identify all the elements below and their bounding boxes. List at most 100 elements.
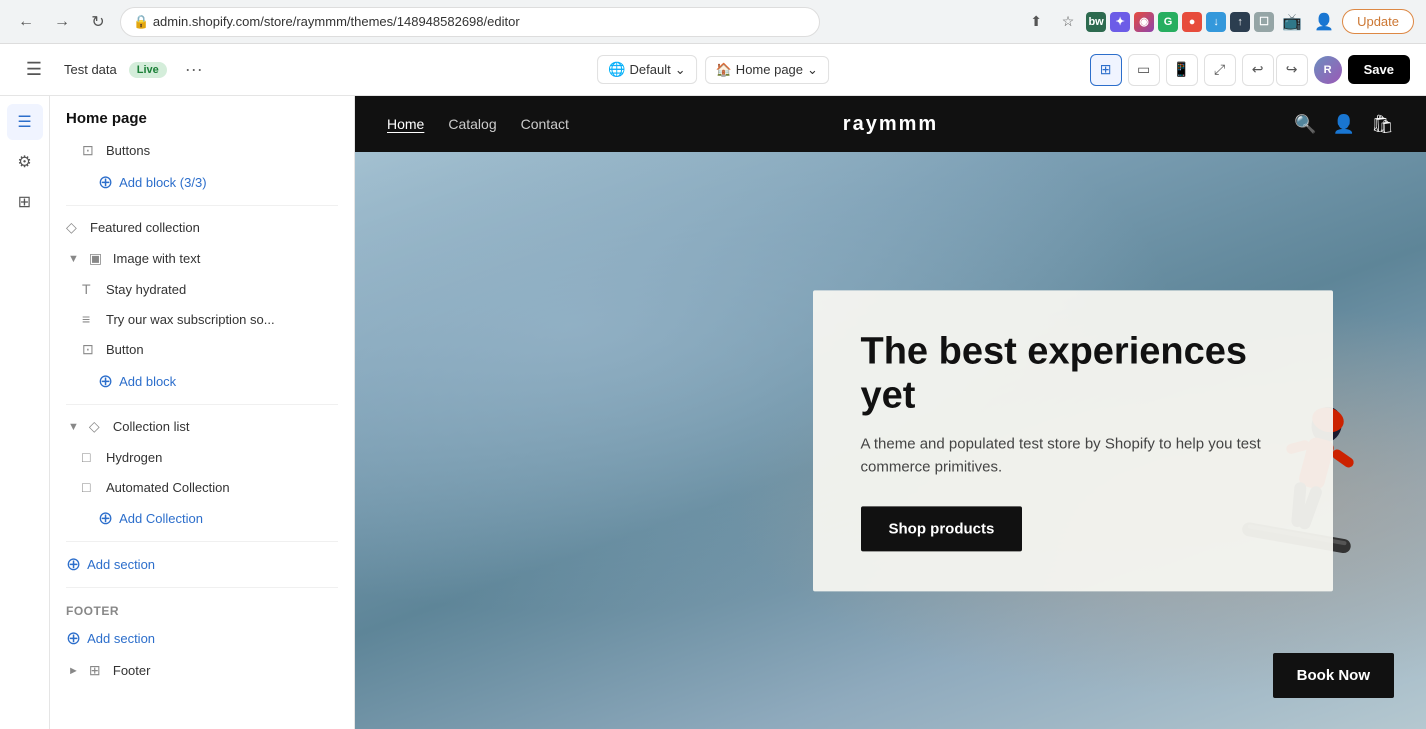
cart-icon[interactable]: 🛍 [1371,114,1394,135]
refresh-button[interactable]: ↻ [84,8,112,36]
ext-violet-icon[interactable]: ✦ [1110,12,1130,32]
sidebar-item-automated-collection[interactable]: □ Automated Collection [50,472,354,502]
back-button[interactable]: ← [12,8,40,36]
homepage-dropdown[interactable]: 🏠 Home page ⌄ [705,56,829,84]
left-sidebar: ☰ ⚙ ⊞ [0,96,50,729]
sidebar-item-featured-collection-label: Featured collection [90,220,338,235]
account-nav-icon[interactable]: 👤 [1333,114,1355,135]
sidebar-item-image-with-text[interactable]: ▼ ▣ Image with text [50,243,354,274]
homepage-label: Home page [736,62,803,77]
redo-button[interactable]: ↪ [1276,54,1308,86]
app-header: ☰ Test data Live ··· 🌐 Default ⌄ 🏠 Home … [0,44,1426,96]
panel-title: Home page [50,96,354,135]
ext-dark-icon[interactable]: ↑ [1230,12,1250,32]
mobile-view-button[interactable]: 📱 [1166,54,1198,86]
address-text: admin.shopify.com/store/raymmm/themes/14… [153,14,520,29]
sidebar-item-wax-subscription[interactable]: ≡ Try our wax subscription so... [50,304,354,334]
ext-blue-icon[interactable]: ↓ [1206,12,1226,32]
search-icon[interactable]: 🔍 [1294,114,1316,135]
add-block-button-2[interactable]: ⊕ Add block [50,365,354,398]
sidebar-item-stay-hydrated[interactable]: T Stay hydrated [50,274,354,304]
update-button[interactable]: Update [1342,9,1414,34]
plus-icon-3: ⊕ [98,508,113,529]
plus-icon-5: ⊕ [66,628,81,649]
browser-chrome: ← → ↻ 🔒 admin.shopify.com/store/raymmm/t… [0,0,1426,44]
avatar[interactable]: R [1314,56,1342,84]
sidebar-item-button[interactable]: ⊡ Button [50,334,354,365]
add-collection-button[interactable]: ⊕ Add Collection [50,502,354,535]
sections-icon[interactable]: ☰ [7,104,43,140]
ext-multi-icon[interactable]: ◉ [1134,12,1154,32]
store-name: Test data [64,62,117,77]
save-button[interactable]: Save [1348,55,1410,84]
add-block-label-2: Add block [119,374,176,389]
add-section-label-1: Add section [87,557,155,572]
hero-subtitle: A theme and populated test store by Shop… [861,434,1285,479]
more-options-button[interactable]: ··· [179,57,209,82]
desktop-view-button[interactable]: ⊞ [1090,54,1122,86]
shop-products-button[interactable]: Shop products [861,507,1023,552]
collapse-button[interactable]: ▼ [66,251,81,267]
sidebar-item-footer-label: Footer [113,663,338,678]
divider-4 [66,587,338,588]
featured-collection-icon: ◇ [66,219,82,236]
add-section-button-1[interactable]: ⊕ Add section [50,548,354,581]
plus-icon: ⊕ [98,172,113,193]
sidebar-item-stay-hydrated-label: Stay hydrated [106,282,338,297]
sidebar-item-automated-collection-label: Automated Collection [106,480,338,495]
share-icon[interactable]: ⬆ [1022,8,1050,36]
nav-contact-link[interactable]: Contact [521,116,569,132]
sidebar-item-collection-list-label: Collection list [113,419,338,434]
sidebar-item-buttons[interactable]: ⊡ Buttons [50,135,354,166]
forward-button[interactable]: → [48,8,76,36]
ext-gray-icon[interactable]: ☐ [1254,12,1274,32]
tablet-view-button[interactable]: ▭ [1128,54,1160,86]
footer-section-label: Footer [50,594,354,622]
hero-section: The best experiences yet A theme and pop… [355,152,1426,729]
add-block-button[interactable]: ⊕ Add block (3/3) [50,166,354,199]
chevron-down-icon: ⌄ [675,62,686,78]
collapse-button-2[interactable]: ▼ [66,419,81,435]
sidebar-item-hydrogen[interactable]: □ Hydrogen [50,442,354,472]
sidebar-item-hydrogen-label: Hydrogen [106,450,338,465]
settings-icon[interactable]: ⚙ [7,144,43,180]
footer-collapse-button[interactable]: ► [66,663,81,679]
nav-catalog-link[interactable]: Catalog [448,116,496,132]
divider-3 [66,541,338,542]
sidebar-item-featured-collection[interactable]: ◇ Featured collection [50,212,354,243]
bookmark-icon[interactable]: ☆ [1054,8,1082,36]
footer-add-section-button[interactable]: ⊕ Add section [50,622,354,655]
store-brand: raymmm [843,113,938,136]
default-label: Default [630,62,671,77]
image-with-text-icon: ▣ [89,250,105,267]
button-icon: ⊡ [82,341,98,358]
cast-icon[interactable]: 📺 [1278,8,1306,36]
lock-icon: 🔒 [133,14,149,30]
store-nav: Home Catalog Contact raymmm 🔍 👤 🛍 [355,96,1426,152]
ext-green-icon[interactable]: G [1158,12,1178,32]
add-collection-label: Add Collection [119,511,203,526]
default-dropdown[interactable]: 🌐 Default ⌄ [597,55,697,84]
fullscreen-button[interactable]: ⤢ [1204,54,1236,86]
divider [66,205,338,206]
ext-red-icon[interactable]: ● [1182,12,1202,32]
collection-list-icon: ◇ [89,418,105,435]
apps-icon[interactable]: ⊞ [7,184,43,220]
header-center: 🌐 Default ⌄ 🏠 Home page ⌄ [597,55,829,84]
undo-button[interactable]: ↩ [1242,54,1274,86]
ext-bw-icon[interactable]: bw [1086,12,1106,32]
menu-icon[interactable]: ☰ [16,52,52,88]
address-bar[interactable]: 🔒 admin.shopify.com/store/raymmm/themes/… [120,7,820,37]
automated-collection-icon: □ [82,479,98,495]
footer-icon: ⊞ [89,662,105,679]
sidebar-item-button-label: Button [106,342,338,357]
nav-home-link[interactable]: Home [387,116,424,132]
sidebar-item-footer[interactable]: ► ⊞ Footer [50,655,354,686]
sidebar-item-buttons-label: Buttons [106,143,338,158]
hero-title: The best experiences yet [861,330,1285,417]
plus-icon-4: ⊕ [66,554,81,575]
account-icon[interactable]: 👤 [1310,8,1338,36]
main-layout: ☰ ⚙ ⊞ Home page ⊡ Buttons ⊕ Add block (3… [0,96,1426,729]
sidebar-item-collection-list[interactable]: ▼ ◇ Collection list [50,411,354,442]
book-now-button[interactable]: Book Now [1273,653,1394,698]
